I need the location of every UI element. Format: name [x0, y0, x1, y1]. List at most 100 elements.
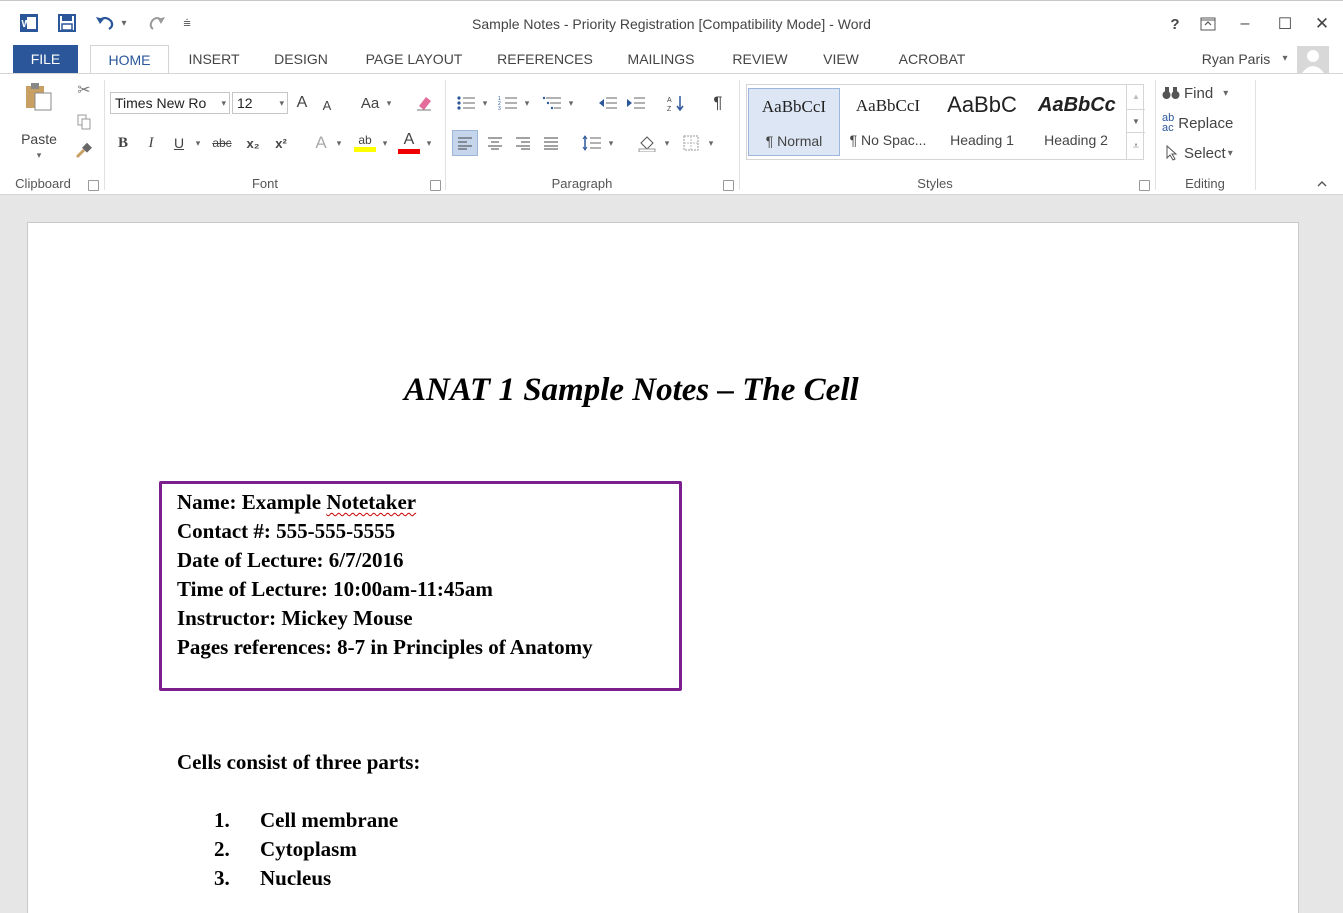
- highlight-button[interactable]: ab: [352, 128, 378, 156]
- change-case-dropdown-icon[interactable]: ▾: [384, 94, 394, 112]
- styles-scroll-down-icon[interactable]: ▼: [1127, 109, 1145, 133]
- style-heading-1[interactable]: AaBbC Heading 1: [936, 88, 1028, 156]
- style-no-spacing[interactable]: AaBbCcI ¶ No Spac...: [842, 88, 934, 156]
- tab-insert[interactable]: INSERT: [181, 45, 247, 73]
- styles-more-icon[interactable]: ⩡: [1127, 134, 1145, 158]
- line-spacing-dropdown-icon[interactable]: ▾: [606, 134, 616, 152]
- user-name[interactable]: Ryan Paris: [1196, 45, 1276, 73]
- paste-dropdown-icon[interactable]: ▾: [32, 150, 46, 160]
- info-date[interactable]: Date of Lecture: 6/7/2016: [177, 548, 403, 573]
- paragraph-launcher-icon[interactable]: [723, 180, 734, 191]
- tab-home[interactable]: HOME: [90, 45, 169, 73]
- font-family-dropdown-icon[interactable]: ▾: [221, 93, 226, 113]
- tab-file[interactable]: FILE: [13, 45, 78, 73]
- show-formatting-marks-button[interactable]: ¶: [706, 92, 730, 114]
- list-item[interactable]: Cytoplasm: [260, 837, 357, 862]
- info-time[interactable]: Time of Lecture: 10:00am-11:45am: [177, 577, 493, 602]
- align-right-icon[interactable]: [510, 130, 536, 156]
- decrease-indent-icon[interactable]: [596, 92, 620, 114]
- numbering-icon[interactable]: 123: [496, 92, 520, 114]
- increase-indent-icon[interactable]: [624, 92, 648, 114]
- close-button[interactable]: ✕: [1307, 13, 1337, 35]
- change-case-button[interactable]: Aa: [356, 92, 384, 114]
- superscript-button[interactable]: x²: [270, 132, 292, 154]
- justify-icon[interactable]: [538, 130, 564, 156]
- numbering-dropdown-icon[interactable]: ▾: [522, 94, 532, 112]
- intro-paragraph[interactable]: Cells consist of three parts:: [177, 750, 420, 775]
- list-item[interactable]: Cell membrane: [260, 808, 398, 833]
- align-center-icon[interactable]: [482, 130, 508, 156]
- document-title[interactable]: ANAT 1 Sample Notes – The Cell: [404, 372, 859, 409]
- highlight-dropdown-icon[interactable]: ▾: [380, 134, 390, 152]
- tab-design[interactable]: DESIGN: [266, 45, 336, 73]
- font-launcher-icon[interactable]: [430, 180, 441, 191]
- tab-acrobat[interactable]: ACROBAT: [888, 45, 976, 73]
- style-normal-preview: AaBbCcI: [761, 97, 827, 116]
- borders-icon[interactable]: [678, 130, 704, 156]
- info-contact[interactable]: Contact #: 555-555-5555: [177, 519, 395, 544]
- borders-dropdown-icon[interactable]: ▾: [706, 134, 716, 152]
- subscript-button[interactable]: x₂: [242, 132, 264, 154]
- ribbon-display-options-icon[interactable]: [1193, 13, 1223, 35]
- tab-references[interactable]: REFERENCES: [490, 45, 600, 73]
- font-size-select[interactable]: 12 ▾: [232, 92, 288, 114]
- user-menu-caret[interactable]: ▾: [1278, 45, 1292, 73]
- paste-button[interactable]: Paste: [14, 130, 64, 148]
- font-size-value: 12: [237, 95, 253, 111]
- line-spacing-icon[interactable]: [580, 130, 604, 156]
- font-family-select[interactable]: Times New Ro ▾: [110, 92, 230, 114]
- font-size-dropdown-icon[interactable]: ▾: [279, 93, 284, 113]
- underline-dropdown-icon[interactable]: ▾: [193, 134, 203, 152]
- multilevel-list-dropdown-icon[interactable]: ▾: [566, 94, 576, 112]
- minimize-button[interactable]: –: [1230, 13, 1260, 35]
- info-name[interactable]: Name: Example Notetaker: [177, 490, 416, 515]
- svg-text:A: A: [667, 97, 672, 104]
- paste-icon[interactable]: [18, 80, 60, 112]
- shading-dropdown-icon[interactable]: ▾: [662, 134, 672, 152]
- text-effects-dropdown-icon[interactable]: ▾: [334, 134, 344, 152]
- copy-icon[interactable]: [74, 112, 94, 132]
- italic-button[interactable]: I: [142, 132, 160, 154]
- text-effects-button[interactable]: A: [310, 132, 332, 154]
- font-color-button[interactable]: A: [396, 128, 422, 156]
- bullets-dropdown-icon[interactable]: ▾: [480, 94, 490, 112]
- tab-mailings[interactable]: MAILINGS: [618, 45, 704, 73]
- info-pages[interactable]: Pages references: 8-7 in Principles of A…: [177, 635, 593, 660]
- style-heading-2[interactable]: AaBbCc Heading 2: [1030, 88, 1122, 156]
- underline-button[interactable]: U: [170, 132, 188, 154]
- font-color-dropdown-icon[interactable]: ▾: [424, 134, 434, 152]
- tab-view[interactable]: VIEW: [814, 45, 868, 73]
- avatar[interactable]: [1297, 46, 1329, 73]
- grow-font-button[interactable]: A: [292, 92, 312, 114]
- cut-icon[interactable]: ✂: [74, 80, 94, 100]
- clear-formatting-icon[interactable]: [412, 92, 436, 114]
- tab-review[interactable]: REVIEW: [725, 45, 795, 73]
- sort-icon[interactable]: AZ: [664, 92, 688, 114]
- bullets-icon[interactable]: [454, 92, 478, 114]
- collapse-ribbon-icon[interactable]: [1312, 174, 1332, 194]
- align-left-icon[interactable]: [452, 130, 478, 156]
- clipboard-group-label: Clipboard: [15, 176, 71, 191]
- find-dropdown-icon[interactable]: ▾: [1223, 88, 1228, 99]
- spelling-error-word[interactable]: Notetaker: [326, 490, 416, 514]
- shading-icon[interactable]: [634, 130, 660, 156]
- styles-launcher-icon[interactable]: [1139, 180, 1150, 191]
- maximize-button[interactable]: ☐: [1270, 13, 1300, 35]
- info-instructor[interactable]: Instructor: Mickey Mouse: [177, 606, 413, 631]
- find-button[interactable]: Find ▾: [1162, 82, 1250, 104]
- multilevel-list-icon[interactable]: [540, 92, 564, 114]
- format-painter-icon[interactable]: [74, 140, 94, 160]
- shrink-font-button[interactable]: A: [318, 94, 336, 116]
- select-dropdown-icon[interactable]: ▾: [1228, 148, 1233, 159]
- window-title: Sample Notes - Priority Registration [Co…: [472, 16, 871, 32]
- bold-button[interactable]: B: [114, 132, 132, 154]
- styles-scroll-up-icon[interactable]: ▲: [1127, 84, 1145, 108]
- tab-page-layout[interactable]: PAGE LAYOUT: [357, 45, 471, 73]
- clipboard-launcher-icon[interactable]: [88, 180, 99, 191]
- style-normal[interactable]: AaBbCcI ¶ Normal: [748, 88, 840, 156]
- help-button[interactable]: ?: [1160, 13, 1190, 35]
- list-item[interactable]: Nucleus: [260, 866, 331, 891]
- select-button[interactable]: Select ▾: [1166, 142, 1254, 164]
- strikethrough-button[interactable]: abc: [208, 132, 236, 154]
- replace-button[interactable]: ab ac Replace: [1162, 112, 1250, 134]
